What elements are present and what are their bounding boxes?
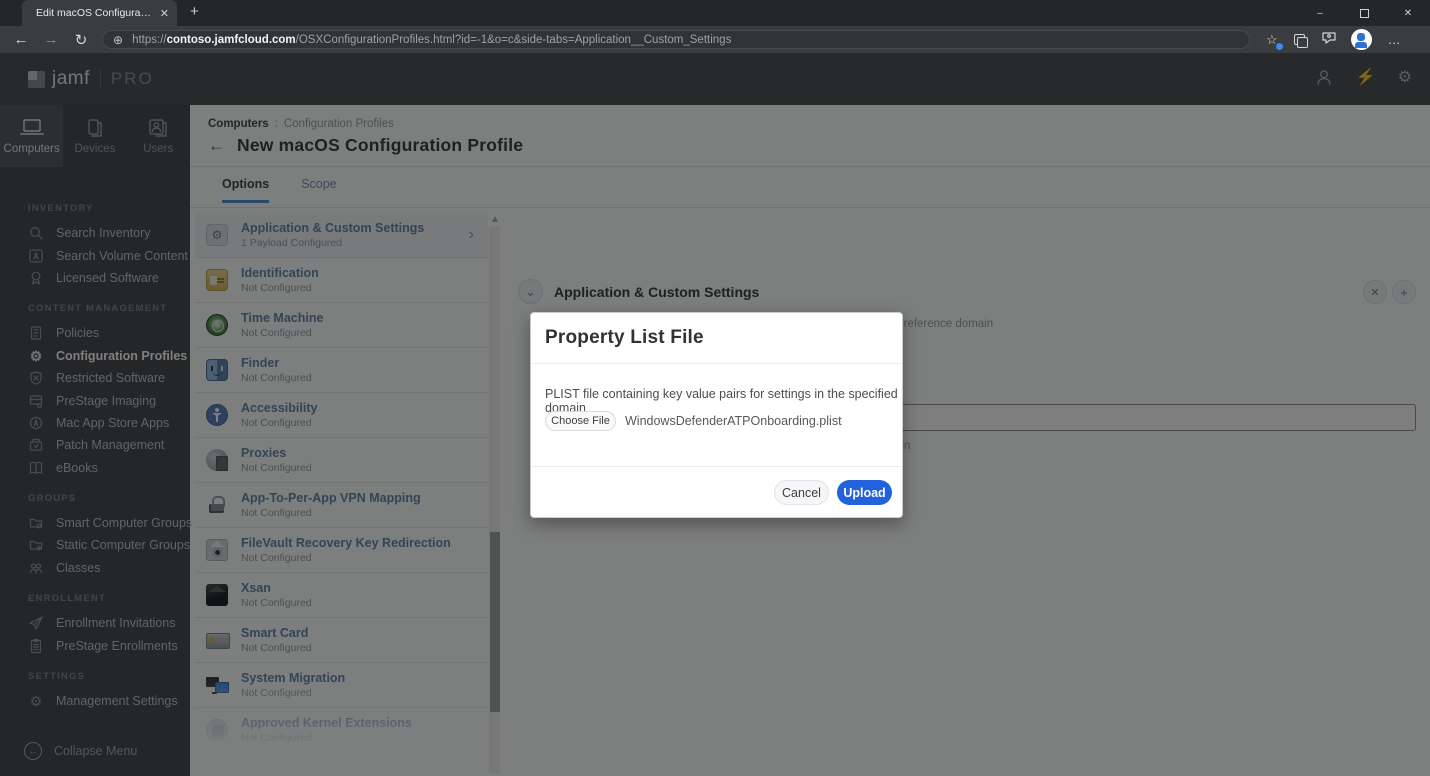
site-info-icon[interactable]: ⊕: [113, 33, 123, 47]
divider: [531, 466, 902, 467]
window-minimize-button[interactable]: –: [1298, 0, 1342, 26]
profile-avatar[interactable]: [1350, 29, 1372, 50]
divider: [531, 363, 902, 364]
favorites-star-icon[interactable]: ☆: [1266, 32, 1284, 51]
modal-title: Property List File: [545, 327, 704, 348]
collections-icon[interactable]: [1293, 34, 1308, 48]
tab-close-icon[interactable]: ✕: [160, 7, 169, 20]
window-close-button[interactable]: ✕: [1386, 0, 1430, 26]
back-button[interactable]: ←: [6, 31, 36, 48]
forward-button[interactable]: →: [36, 31, 66, 48]
address-bar[interactable]: ⊕ https://contoso.jamfcloud.com/OSXConfi…: [102, 30, 1250, 49]
url-text: https://contoso.jamfcloud.com/OSXConfigu…: [132, 33, 732, 46]
share-icon[interactable]: [1321, 30, 1337, 49]
favorites-badge: [1274, 41, 1284, 51]
property-list-file-modal: Property List File PLIST file containing…: [530, 312, 903, 518]
browser-window: Edit macOS Configuration Profile ✕ + – ✕…: [0, 0, 1430, 776]
browser-tab[interactable]: Edit macOS Configuration Profile ✕: [22, 0, 177, 26]
choose-file-button[interactable]: Choose File: [545, 411, 616, 431]
window-maximize-button[interactable]: [1342, 0, 1386, 26]
modal-cancel-button[interactable]: Cancel: [774, 480, 829, 505]
refresh-button[interactable]: ↻: [66, 31, 96, 49]
jamf-page: jamf PRO ⚡ ⚙ Computers Devices: [0, 53, 1430, 776]
browser-tabstrip: Edit macOS Configuration Profile ✕ + – ✕: [0, 0, 1430, 26]
modal-upload-button[interactable]: Upload: [837, 480, 892, 505]
browser-menu-icon[interactable]: …: [1388, 32, 1401, 47]
new-tab-button[interactable]: +: [190, 3, 199, 20]
browser-toolbar: ← → ↻ ⊕ https://contoso.jamfcloud.com/OS…: [0, 26, 1430, 53]
selected-file-name: WindowsDefenderATPOnboarding.plist: [625, 414, 842, 428]
browser-tab-title: Edit macOS Configuration Profile: [36, 7, 154, 19]
